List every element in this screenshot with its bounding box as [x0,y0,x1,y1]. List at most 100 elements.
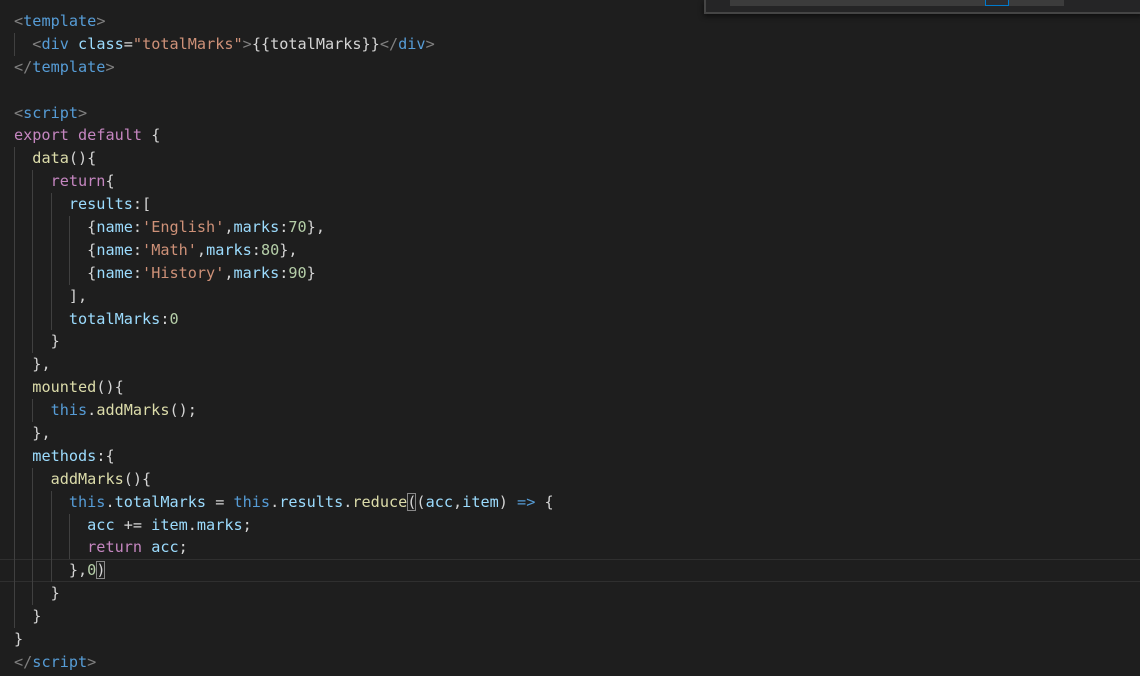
find-toggle-button[interactable] [985,0,1009,6]
code-line[interactable]: } [14,330,554,354]
code-token: }, [32,424,51,443]
code-token: reduce [352,492,408,511]
code-token: { [87,263,97,282]
code-token: template [23,12,97,30]
code-line[interactable]: <template> [14,10,554,33]
code-line[interactable]: </template> [14,56,554,79]
code-line[interactable]: acc += item.marks; [14,513,554,537]
code-line[interactable]: {name:'Math',marks:80}, [14,238,554,262]
code-token: : [132,218,143,237]
code-line[interactable] [14,79,554,102]
code-token: { [535,492,554,511]
code-token: > [78,103,88,122]
code-line[interactable]: <script> [14,102,554,125]
code-token: }, [32,355,51,374]
code-token: > [242,34,252,53]
code-token: methods [32,446,97,465]
code-token: = [123,34,133,53]
code-token: > [87,652,97,671]
code-line[interactable]: this.addMarks(); [14,399,554,423]
code-line[interactable]: {name:'English',marks:70}, [14,216,554,239]
code-token: < [14,103,24,122]
code-token: default [78,126,143,145]
code-token: script [32,652,88,671]
code-line[interactable]: },0) [0,559,1140,583]
code-token: . [187,515,197,534]
code-token: this [50,401,88,420]
code-token: } [50,584,60,603]
code-token: ], [68,286,88,305]
code-token: mounted [32,378,97,397]
code-token: . [105,492,115,511]
code-line[interactable]: results:[ [14,193,554,217]
code-line[interactable]: </script> [14,651,554,674]
code-token: results [68,195,133,214]
code-line[interactable]: return{ [14,170,554,194]
code-token: 'Math' [142,240,197,259]
code-token: this [233,492,271,511]
code-line[interactable]: mounted(){ [14,376,554,400]
code-token: 'History' [142,263,225,282]
code-token: totalMarks [68,309,161,328]
code-line[interactable]: addMarks(){ [14,467,554,491]
code-token: ( [416,492,426,511]
code-line[interactable]: data(){ [14,147,554,171]
code-line[interactable]: } [14,605,554,629]
code-token: 'English' [142,218,225,237]
code-token: 70 [288,218,307,237]
code-token: (); [169,401,197,420]
code-token: acc [425,492,454,511]
code-area[interactable]: <template> <div class="totalMarks">{{tot… [0,10,1140,674]
code-line[interactable]: {name:'History',marks:90} [14,261,554,285]
code-token: "totalMarks" [132,34,243,53]
code-line[interactable]: this.totalMarks = this.results.reduce((a… [14,490,554,514]
code-token: > [425,34,435,53]
code-token: { [87,218,97,237]
code-token: : [251,240,261,259]
code-line[interactable]: return acc; [14,536,554,560]
code-token: : [279,218,289,237]
code-token: item [151,515,188,534]
code-token: acc [151,538,179,557]
code-line[interactable]: }, [14,422,554,445]
code-token: { [105,172,115,191]
code-token: </ [379,34,399,53]
code-token: } [50,332,60,351]
code-token: . [270,492,280,511]
code-token: { [87,240,97,259]
code-token: > [96,12,106,30]
code-line[interactable]: } [14,628,554,651]
code-line[interactable]: } [14,582,554,606]
code-token: acc [87,515,115,534]
find-widget[interactable] [704,0,1140,14]
code-token: ) [498,492,518,511]
code-token: (){ [123,469,152,488]
code-token: = [206,492,234,511]
code-token: (){ [68,149,97,168]
code-line[interactable]: ], [14,284,554,308]
code-line[interactable]: totalMarks:0 [14,307,554,331]
code-editor[interactable]: <template> <div class="totalMarks">{{tot… [0,0,1140,676]
code-line[interactable]: }, [14,353,554,377]
code-token: data [32,149,69,168]
code-token: script [23,103,79,122]
code-line[interactable]: export default { [14,124,554,147]
code-line[interactable]: methods:{ [14,444,554,468]
code-token: addMarks [50,469,124,488]
code-line[interactable]: <div class="totalMarks">{{totalMarks}}</… [14,32,554,56]
find-input[interactable] [730,0,1064,6]
code-token: , [224,263,234,282]
code-token: marks [206,240,252,259]
code-token: marks [196,515,243,534]
